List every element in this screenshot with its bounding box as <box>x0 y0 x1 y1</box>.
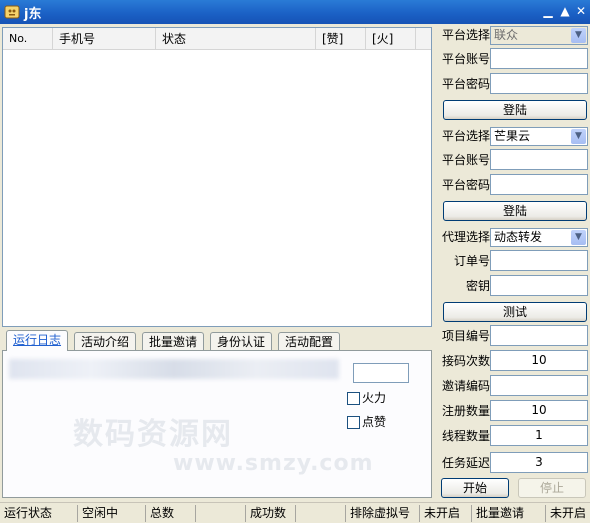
platform2-account-input[interactable] <box>490 149 588 170</box>
platform2-select[interactable]: 芒果云 ▼ <box>490 127 588 146</box>
proxy-select[interactable]: 动态转发 ▼ <box>490 228 588 247</box>
batch-invite-value: 未开启 <box>550 506 587 520</box>
tab-strip: 运行日志 活动介绍 批量邀请 身份认证 活动配置 <box>2 330 432 351</box>
exclude-virtual-value: 未开启 <box>420 505 472 522</box>
project-number-label: 项目编号 <box>441 329 490 343</box>
fire-checkbox-label: 火力 <box>362 391 387 405</box>
secret-key-input[interactable] <box>490 275 588 296</box>
like-checkbox-label: 点赞 <box>362 415 387 429</box>
tab-identity-verify[interactable]: 身份认证 <box>210 332 273 350</box>
platform1-account-input[interactable] <box>490 48 588 69</box>
secret-key-label: 密钥 <box>465 279 490 293</box>
order-number-label: 订单号 <box>453 254 490 268</box>
column-fire[interactable]: [火] <box>366 28 416 50</box>
proxy-test-button[interactable]: 测试 <box>443 302 587 322</box>
tab-batch-invite[interactable]: 批量邀请 <box>142 332 205 350</box>
total-label: 总数 <box>146 505 196 522</box>
start-button[interactable]: 开始 <box>441 478 509 498</box>
platform1-select-label: 平台选择 <box>441 28 490 42</box>
batch-invite-label: 批量邀请 <box>472 505 546 522</box>
platform1-login-button[interactable]: 登陆 <box>443 100 587 120</box>
platform2-select-value: 芒果云 <box>494 129 531 143</box>
total-value <box>196 505 246 522</box>
watermark-url: www.smzy.com <box>173 451 374 476</box>
thread-count-label: 线程数量 <box>441 429 490 443</box>
success-label: 成功数 <box>246 505 296 522</box>
list-header: No. 手机号 状态 [赞] [火] <box>3 28 431 50</box>
run-log-panel: 数码资源网 www.smzy.com 火力 点赞 <box>2 350 432 498</box>
log-input[interactable] <box>353 363 409 383</box>
platform1-account-label: 平台账号 <box>441 52 490 66</box>
platform1-password-input[interactable] <box>490 73 588 94</box>
thread-count-input[interactable]: 1 <box>490 425 588 446</box>
invite-code-label: 邀请编码 <box>441 379 490 393</box>
watermark: 数码资源网 <box>73 417 233 452</box>
window-title: j东 <box>24 7 42 22</box>
column-no[interactable]: No. <box>3 28 53 50</box>
success-value <box>296 505 346 522</box>
main-window: j东 ▁ ▲ ✕ No. 手机号 状态 [赞] [火] 运行日志 活动介绍 批量… <box>0 0 590 523</box>
status-value: 空闲中 <box>78 505 146 522</box>
blurred-log-text <box>9 359 339 379</box>
column-phone[interactable]: 手机号 <box>53 28 156 50</box>
maximize-icon[interactable]: ▲ <box>557 3 573 19</box>
task-delay-label: 任务延迟 <box>441 456 490 470</box>
platform1-select-value: 联众 <box>494 28 519 42</box>
minimize-icon[interactable]: ▁ <box>540 3 556 19</box>
invite-code-input[interactable] <box>490 375 588 396</box>
like-checkbox[interactable]: 点赞 <box>347 411 386 433</box>
title-bar: j东 ▁ ▲ ✕ <box>0 0 590 24</box>
column-status[interactable]: 状态 <box>156 28 316 50</box>
checkbox-box[interactable] <box>347 416 360 429</box>
platform1-select[interactable]: 联众 ▼ <box>490 26 588 45</box>
chevron-down-icon[interactable]: ▼ <box>571 28 586 43</box>
platform2-password-label: 平台密码 <box>441 178 490 192</box>
status-label: 运行状态 <box>0 505 78 522</box>
close-icon[interactable]: ✕ <box>573 3 589 19</box>
account-list[interactable]: No. 手机号 状态 [赞] [火] <box>2 27 432 327</box>
fire-checkbox[interactable]: 火力 <box>347 387 386 409</box>
platform2-password-input[interactable] <box>490 174 588 195</box>
platform2-login-button[interactable]: 登陆 <box>443 201 587 221</box>
status-bar: 运行状态 空闲中 总数 成功数 排除虚拟号 未开启 批量邀请 未开启 <box>0 502 590 523</box>
checkbox-box[interactable] <box>347 392 360 405</box>
code-times-label: 接码次数 <box>441 354 490 368</box>
chevron-down-icon[interactable]: ▼ <box>571 230 586 245</box>
column-like[interactable]: [赞] <box>316 28 366 50</box>
exclude-virtual-label: 排除虚拟号 <box>346 505 420 522</box>
tab-activity-intro[interactable]: 活动介绍 <box>74 332 137 350</box>
task-delay-input[interactable]: 3 <box>490 452 588 473</box>
app-icon <box>4 5 20 19</box>
platform1-password-label: 平台密码 <box>441 77 490 91</box>
order-number-input[interactable] <box>490 250 588 271</box>
register-count-input[interactable]: 10 <box>490 400 588 421</box>
tab-activity-config[interactable]: 活动配置 <box>278 332 341 350</box>
proxy-select-label: 代理选择 <box>441 230 490 244</box>
proxy-select-value: 动态转发 <box>494 230 543 244</box>
tab-run-log[interactable]: 运行日志 <box>6 330 69 351</box>
project-number-input[interactable] <box>490 325 588 346</box>
platform2-account-label: 平台账号 <box>441 153 490 167</box>
register-count-label: 注册数量 <box>441 404 490 418</box>
stop-button[interactable]: 停止 <box>518 478 586 498</box>
platform2-select-label: 平台选择 <box>441 129 490 143</box>
code-times-input[interactable]: 10 <box>490 350 588 371</box>
chevron-down-icon[interactable]: ▼ <box>571 129 586 144</box>
